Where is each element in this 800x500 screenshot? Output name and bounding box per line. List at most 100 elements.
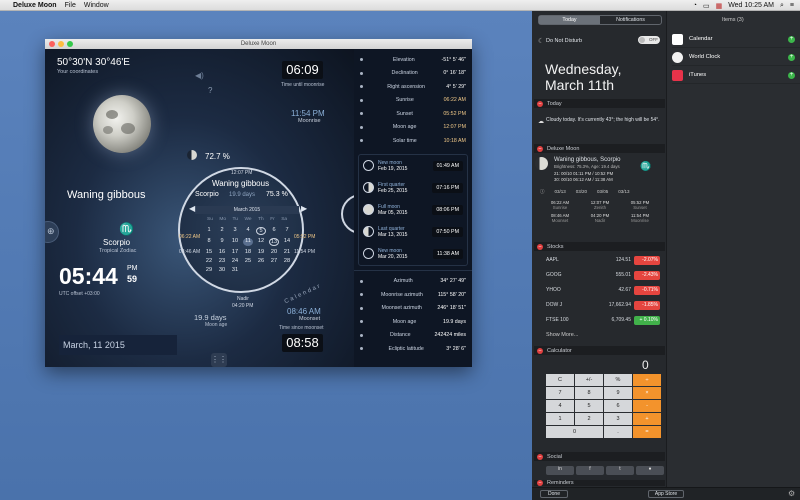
calendar-day[interactable]: 14 xyxy=(282,238,292,246)
calendar-day[interactable]: 13 xyxy=(269,238,279,246)
speaker-icon[interactable]: ◀) xyxy=(195,71,204,80)
menubar-clock[interactable]: Wed 10:25 AM xyxy=(728,2,774,9)
calculator-key[interactable]: 7 xyxy=(546,387,574,399)
remove-widget-icon[interactable]: – xyxy=(537,145,543,152)
calendar-day[interactable]: 18 xyxy=(243,249,253,255)
stock-row[interactable]: FTSE 100 6,709.45 + 0.10% xyxy=(546,314,660,326)
widget-item[interactable]: iTunes + xyxy=(672,67,800,84)
calendar-day[interactable]: 16 xyxy=(217,249,227,255)
calendar-day[interactable]: 22 xyxy=(204,258,214,264)
calendar-day[interactable]: 1 xyxy=(204,227,214,235)
calendar-day[interactable]: 2 xyxy=(217,227,227,235)
add-widget-icon[interactable]: + xyxy=(788,71,795,79)
menu-app-name[interactable]: Deluxe Moon xyxy=(13,2,57,9)
add-widget-icon[interactable]: + xyxy=(788,35,795,43)
phase-row[interactable]: New moon Feb 19, 2015 01:49 AM xyxy=(359,155,467,177)
stock-row[interactable]: DOW J 17,662.94 -1.85% xyxy=(546,299,660,311)
prev-month-button[interactable]: ◀ xyxy=(189,204,195,213)
calculator-key[interactable]: 2 xyxy=(575,413,603,425)
calendar-day[interactable]: 21 xyxy=(282,249,292,255)
info-icon[interactable]: ⓘ xyxy=(540,189,545,195)
calendar-day[interactable]: 25 xyxy=(243,258,253,264)
help-icon[interactable]: ? xyxy=(208,86,212,95)
calculator-key[interactable]: + xyxy=(633,413,661,425)
calendar-day[interactable]: 11 xyxy=(243,238,253,246)
calculator-key[interactable]: C xyxy=(546,374,574,386)
calendar-day[interactable]: 3 xyxy=(230,227,240,235)
twitter-icon[interactable]: t xyxy=(606,466,634,475)
calculator-key[interactable]: 5 xyxy=(575,400,603,412)
titlebar[interactable]: Deluxe Moon xyxy=(45,39,472,49)
zoom-button[interactable] xyxy=(67,41,73,47)
stock-row[interactable]: GOOG 555.01 -2.43% xyxy=(546,269,660,281)
calendar-day[interactable]: 17 xyxy=(230,249,240,255)
tab-notifications[interactable]: Notifications xyxy=(600,16,661,24)
apps-grid-icon[interactable]: ⋮⋮ xyxy=(211,353,227,367)
calculator-key[interactable]: 1 xyxy=(546,413,574,425)
phase-row[interactable]: First quarter Feb 25, 2015 07:16 PM xyxy=(359,177,467,199)
stock-row[interactable]: YHOO 42.67 -0.71% xyxy=(546,284,660,296)
calculator-key[interactable]: 3 xyxy=(604,413,632,425)
widget-item[interactable]: Calendar + xyxy=(672,31,800,48)
wifi-icon[interactable]: ◔ xyxy=(693,2,697,9)
calculator-key[interactable]: = xyxy=(633,426,661,438)
flag-icon[interactable]: ▦ xyxy=(716,2,723,10)
spotlight-icon[interactable]: ⌕ xyxy=(780,2,784,10)
linkedin-icon[interactable]: in xyxy=(546,466,574,475)
menu-file[interactable]: File xyxy=(65,2,76,9)
stock-change[interactable]: -2.43% xyxy=(634,270,660,280)
phase-row[interactable]: New moon Mar 20, 2015 11:38 AM xyxy=(359,243,467,265)
messages-icon[interactable]: ● xyxy=(636,466,664,475)
minimize-button[interactable] xyxy=(58,41,64,47)
remove-widget-icon[interactable]: – xyxy=(537,347,543,354)
app-store-button[interactable]: App Store xyxy=(648,490,684,498)
calendar-day[interactable]: 29 xyxy=(204,267,214,273)
done-button[interactable]: Done xyxy=(540,490,568,498)
calendar-day[interactable]: 27 xyxy=(269,258,279,264)
calculator-key[interactable]: +/- xyxy=(575,374,603,386)
calculator-key[interactable]: 4 xyxy=(546,400,574,412)
notification-center-icon[interactable]: ≡ xyxy=(790,2,794,9)
calculator-key[interactable]: ÷ xyxy=(633,374,661,386)
phase-row[interactable]: Full moon Mar 05, 2015 08:06 PM xyxy=(359,199,467,221)
remove-widget-icon[interactable]: – xyxy=(537,100,543,107)
phase-row[interactable]: Last quarter Mar 13, 2015 07:50 PM xyxy=(359,221,467,243)
next-month-button[interactable]: ▶ xyxy=(301,204,307,213)
battery-icon[interactable]: ▭ xyxy=(703,2,710,10)
calculator-key[interactable]: × xyxy=(633,387,661,399)
calculator-key[interactable]: % xyxy=(604,374,632,386)
calendar-day[interactable]: 15 xyxy=(204,249,214,255)
calendar-day[interactable]: 28 xyxy=(282,258,292,264)
stock-change[interactable]: -0.71% xyxy=(634,285,660,295)
calendar-day[interactable]: 7 xyxy=(282,227,292,235)
calendar-day[interactable]: 9 xyxy=(217,238,227,246)
widget-item[interactable]: World Clock + xyxy=(672,49,800,66)
show-more-link[interactable]: Show More... xyxy=(546,332,578,338)
calendar-day[interactable]: 26 xyxy=(256,258,266,264)
stock-change[interactable]: + 0.10% xyxy=(634,315,660,325)
calendar-day[interactable]: 8 xyxy=(204,238,214,246)
facebook-icon[interactable]: f xyxy=(576,466,604,475)
calculator-key[interactable]: 6 xyxy=(604,400,632,412)
calculator-key[interactable]: - xyxy=(633,400,661,412)
calendar-day[interactable]: 23 xyxy=(217,258,227,264)
calculator-key[interactable]: 9 xyxy=(604,387,632,399)
calculator-key[interactable]: . xyxy=(604,426,632,438)
calendar-day[interactable]: 4 xyxy=(243,227,253,235)
add-widget-icon[interactable]: + xyxy=(788,53,795,61)
remove-widget-icon[interactable]: – xyxy=(537,243,543,250)
close-button[interactable] xyxy=(49,41,55,47)
calendar-day[interactable]: 19 xyxy=(256,249,266,255)
calendar-day[interactable]: 6 xyxy=(269,227,279,235)
stock-change[interactable]: -1.85% xyxy=(634,300,660,310)
stock-change[interactable]: -2.07% xyxy=(634,255,660,265)
remove-widget-icon[interactable]: – xyxy=(537,453,543,460)
tab-today[interactable]: Today xyxy=(539,16,600,24)
dnd-toggle[interactable]: OFF xyxy=(638,36,660,44)
calendar-day[interactable]: 24 xyxy=(230,258,240,264)
stock-row[interactable]: AAPL 124.51 -2.07% xyxy=(546,254,660,266)
menu-window[interactable]: Window xyxy=(84,2,109,9)
calculator-key[interactable]: 0 xyxy=(546,426,603,438)
calendar-day[interactable]: 20 xyxy=(269,249,279,255)
calendar-day[interactable]: 10 xyxy=(230,238,240,246)
